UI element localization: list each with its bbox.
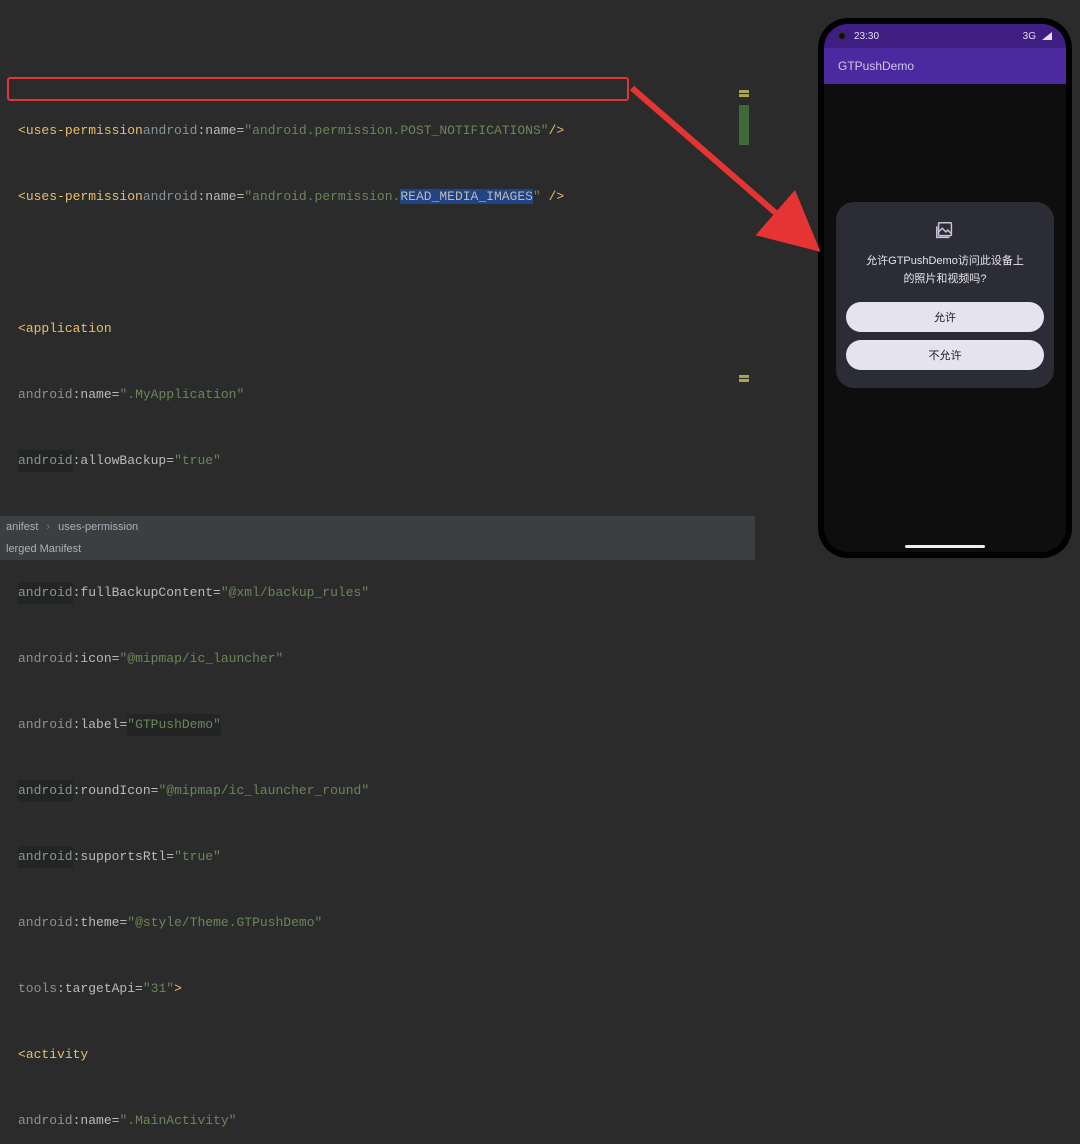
media-icon	[846, 220, 1044, 242]
status-time: 23:30	[854, 31, 879, 42]
code-line: android:icon="@mipmap/ic_launcher"	[18, 648, 755, 670]
phone-preview: 23:30 3G GTPushDemo 允许GTPushDemo访问此设备上 的…	[818, 18, 1072, 558]
deny-button[interactable]: 不允许	[846, 340, 1044, 370]
code-line	[18, 54, 755, 76]
code-line: <uses-permission android:name="android.p…	[18, 120, 755, 142]
code-line: <activity	[18, 1044, 755, 1066]
signal-icon	[1042, 32, 1052, 40]
status-network: 3G	[1023, 31, 1036, 42]
code-line: tools:targetApi="31">	[18, 978, 755, 1000]
code-editor: <uses-permission android:name="android.p…	[0, 0, 755, 572]
crumb-item[interactable]: uses-permission	[58, 516, 138, 538]
crumb-item[interactable]: anifest	[6, 516, 38, 538]
app-bar: GTPushDemo	[824, 48, 1066, 84]
code-line: android:allowBackup="true"	[18, 450, 755, 472]
code-line: android:supportsRtl="true"	[18, 846, 755, 868]
camera-icon	[838, 32, 846, 40]
chevron-right-icon: ›	[46, 516, 50, 538]
highlight-box	[7, 77, 629, 101]
minimap[interactable]	[739, 90, 749, 383]
code-line: android:label="GTPushDemo"	[18, 714, 755, 736]
app-title: GTPushDemo	[838, 59, 914, 73]
code-line: android:roundIcon="@mipmap/ic_launcher_r…	[18, 780, 755, 802]
breadcrumb[interactable]: anifest › uses-permission	[0, 516, 755, 538]
code-line: android:fullBackupContent="@xml/backup_r…	[18, 582, 755, 604]
allow-button[interactable]: 允许	[846, 302, 1044, 332]
status-bar: 23:30 3G	[824, 24, 1066, 48]
home-indicator[interactable]	[905, 545, 985, 548]
code-line: <application	[18, 318, 755, 340]
permission-dialog: 允许GTPushDemo访问此设备上 的照片和视频吗? 允许 不允许	[836, 202, 1054, 388]
bottom-tab[interactable]: lerged Manifest	[0, 538, 755, 560]
code-line: android:name=".MainActivity"	[18, 1110, 755, 1132]
phone-screen: 23:30 3G GTPushDemo 允许GTPushDemo访问此设备上 的…	[824, 24, 1066, 552]
code-line-highlighted: <uses-permission android:name="android.p…	[18, 186, 755, 208]
code-line: android:theme="@style/Theme.GTPushDemo"	[18, 912, 755, 934]
dialog-text: 允许GTPushDemo访问此设备上 的照片和视频吗?	[846, 252, 1044, 302]
code-line: android:name=".MyApplication"	[18, 384, 755, 406]
code-area[interactable]: <uses-permission android:name="android.p…	[0, 0, 755, 1144]
